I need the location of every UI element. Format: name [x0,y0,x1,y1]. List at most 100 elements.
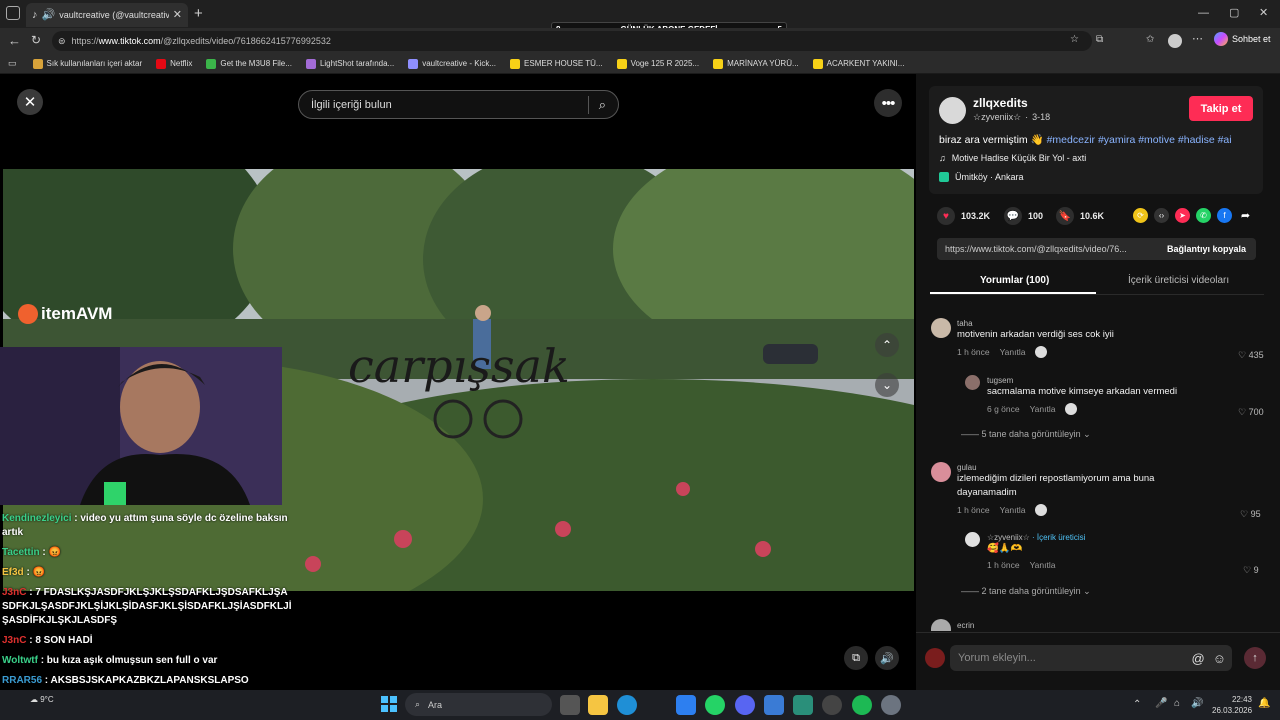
comment-like[interactable]: ♡ 700 [1238,407,1264,418]
edge-icon[interactable] [617,695,637,715]
comment-avatar[interactable] [965,532,980,547]
more-menu-icon[interactable]: ⋯ [1192,34,1203,45]
next-video-button[interactable]: ⌄ [875,373,899,397]
chat-username[interactable]: Kendinezleyici [2,513,71,524]
close-tab-icon[interactable]: ✕ [173,9,182,21]
speaker-icon[interactable]: 🔊 [42,9,56,21]
bookmark-item[interactable]: Sık kullanılanları içeri aktar [32,58,142,69]
spotify-icon[interactable] [852,695,872,715]
comment-user[interactable]: ☆zyveniix☆ · İçerik üreticisi [987,533,1227,542]
chat-username[interactable]: Ef3d [2,567,24,578]
related-search-input[interactable]: İlgili içeriği bulun ⌕ [298,90,619,119]
start-button[interactable] [381,696,397,712]
network-icon[interactable]: ⌂ [1174,699,1180,709]
clock[interactable]: 22:43 26.03.2026 [1212,694,1252,716]
creator-username[interactable]: zllqxedits [973,96,1028,110]
maximize-icon[interactable]: ▢ [1229,8,1239,19]
like-stat[interactable]: ♥ 103.2K [937,207,990,225]
whatsapp-taskbar-icon[interactable] [705,695,725,715]
mail-icon[interactable] [676,695,696,715]
whatsapp-icon[interactable]: ✆ [1196,208,1211,223]
comment-user[interactable]: taha [957,319,1207,328]
reply-button[interactable]: Yanıtla [1030,560,1056,570]
new-tab-icon[interactable]: + [194,6,203,21]
bookmark-item[interactable]: vaultcreative - Kick... [408,58,496,69]
bookmark-item[interactable]: Netflix [156,58,192,69]
mention-icon[interactable]: @ [1192,651,1205,666]
file-explorer-icon[interactable] [588,695,608,715]
post-comment-button[interactable]: ↑ [1244,647,1266,669]
reply-button[interactable]: Yanıtla [1000,505,1026,515]
vpn-icon[interactable] [764,695,784,715]
bookmark-item[interactable]: ACARKENT YAKINI... [812,58,904,69]
close-video-button[interactable]: ✕ [17,89,43,115]
minimize-icon[interactable]: — [1198,8,1209,19]
volume-tray-icon[interactable]: 🔊 [1191,699,1203,709]
url-bar[interactable]: ⊜ https://www.tiktok.com/@zllqxedits/vid… [52,31,1092,51]
comment-like[interactable]: ♡ 95 [1240,509,1261,520]
view-more-replies[interactable]: —— 5 tane daha görüntüleyin ⌄ [961,429,1091,440]
taskbar-search[interactable]: ⌕ Ara [405,693,552,716]
chat-username[interactable]: RRAR56 [2,675,42,686]
tab-actions-icon[interactable]: ▭ [8,59,17,68]
music-row[interactable]: ♫ Motive Hadise Küçük Bir Yol - axti [939,153,1086,163]
volume-button[interactable]: 🔊 [875,646,899,670]
caption-hashtags[interactable]: #medcezir #yamira #motive #hadise #ai [1047,134,1232,146]
bookmark-item[interactable]: LightShot tarafında... [305,58,394,69]
embed-icon[interactable]: ‹› [1154,208,1169,223]
search-icon[interactable]: ⌕ [599,97,606,113]
comment-avatar[interactable] [931,462,951,482]
comment-user[interactable]: tugsem [987,376,1227,385]
tray-chevron-icon[interactable]: ⌃ [1133,700,1141,710]
window-close-icon[interactable]: ✕ [1259,8,1268,19]
tab-comments[interactable]: Yorumlar (100) [980,275,1049,286]
share-arrow-icon[interactable]: ➦ [1238,208,1253,223]
comment-user[interactable]: ecrin [957,621,974,630]
favorites-icon[interactable]: ✩ [1146,35,1154,45]
bookmark-item[interactable]: Voge 125 R 2025... [616,58,699,69]
extensions-icon[interactable]: ⧉ [1096,35,1103,45]
reply-button[interactable]: Yanıtla [1030,404,1056,414]
chrome-icon[interactable] [822,695,842,715]
comment-user[interactable]: gulau [957,463,1197,472]
discord-icon[interactable] [735,695,755,715]
copy-link-button[interactable]: Bağlantıyı kopyala [1157,244,1256,254]
comment-like[interactable]: ♡ 9 [1243,565,1259,576]
browser-menu-icon[interactable] [6,6,20,20]
pip-button[interactable]: ⧉ [844,646,868,670]
previous-video-button[interactable]: ⌃ [875,333,899,357]
notification-icon[interactable]: 🔔 [1258,699,1270,709]
emoji-icon[interactable]: ☺ [1213,651,1226,666]
more-options-button[interactable]: ••• [874,89,902,117]
reload-icon[interactable]: ↻ [31,34,41,46]
favorite-star-icon[interactable]: ☆ [1070,35,1079,45]
reply-button[interactable]: Yanıtla [1000,347,1026,357]
comment-like[interactable]: ♡ 435 [1238,350,1264,361]
copilot-button[interactable]: Sohbet et [1214,32,1271,46]
settings-gear-icon[interactable] [881,695,901,715]
comment-stat[interactable]: 💬 100 [1004,207,1043,225]
save-stat[interactable]: 🔖 10.6K [1056,207,1104,225]
profile-avatar[interactable] [1168,34,1182,48]
site-info-icon[interactable]: ⊜ [58,36,66,46]
bookmark-item[interactable]: Get the M3U8 File... [206,58,292,69]
comment-avatar[interactable] [931,318,951,338]
tab-creator-videos[interactable]: İçerik üreticisi videoları [1128,275,1229,286]
follow-button[interactable]: Takip et [1189,96,1253,121]
chat-username[interactable]: J3nC [2,635,26,646]
task-view-icon[interactable] [560,695,580,715]
weather-widget[interactable]: ☁ 9°C [30,695,54,704]
obs-icon[interactable] [793,695,813,715]
creator-avatar[interactable] [939,97,966,124]
comment-avatar[interactable] [965,375,980,390]
microphone-icon[interactable]: 🎤 [1155,699,1167,709]
back-icon[interactable]: ← [8,34,21,47]
chat-username[interactable]: Woltwtf [2,655,38,666]
view-more-replies[interactable]: —— 2 tane daha görüntüleyin ⌄ [961,586,1091,597]
bookmark-item[interactable]: ESMER HOUSE TÜ... [510,58,603,69]
send-icon[interactable]: ➤ [1175,208,1190,223]
facebook-icon[interactable]: f [1217,208,1232,223]
comment-input[interactable]: Yorum ekleyin... @ ☺ [950,645,1232,671]
chat-username[interactable]: Tacettin [2,547,40,558]
chat-username[interactable]: J3nC [2,587,26,598]
